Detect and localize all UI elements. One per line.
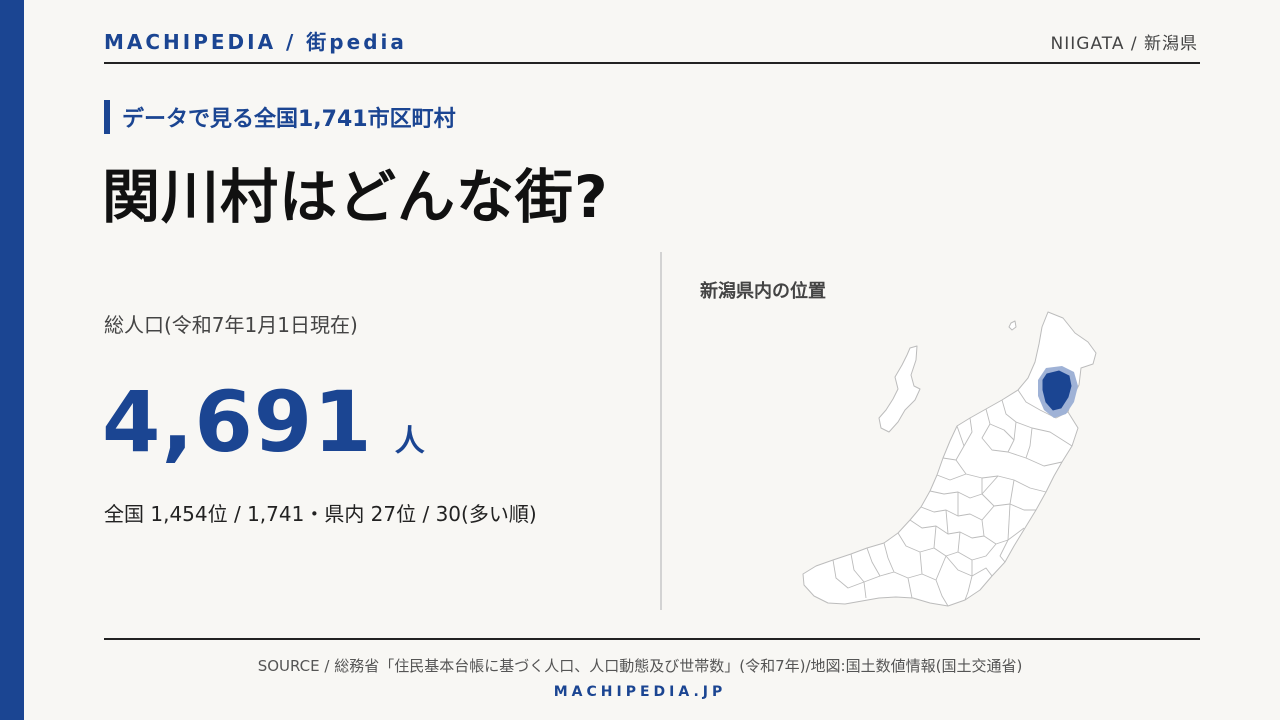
niigata-map: [802, 311, 1097, 607]
footer-site-link[interactable]: MACHIPEDIA.JP: [0, 684, 1280, 700]
population-rank: 全国 1,454位 / 1,741・県内 27位 / 30(多い順): [104, 502, 537, 526]
population-value: 4,691: [102, 373, 373, 471]
population-label: 総人口(令和7年1月1日現在): [104, 313, 358, 337]
region-label: NIIGATA / 新潟県: [1050, 34, 1198, 54]
footer-divider: [104, 638, 1200, 640]
tag-text: データで見る全国1,741市区町村: [122, 107, 456, 132]
population-figure: 4,691 人: [102, 372, 425, 472]
tag-marker: [104, 100, 110, 134]
brand-title: MACHIPEDIA / 街pedia: [104, 30, 407, 54]
awashima-island: [1008, 320, 1017, 331]
map-title: 新潟県内の位置: [700, 281, 826, 302]
sado-island: [878, 345, 921, 433]
header-divider: [104, 62, 1200, 64]
source-note: SOURCE / 総務省「住民基本台帳に基づく人口、人口動態及び世帯数」(令和7…: [257, 657, 1023, 675]
page-title: 関川村はどんな街?: [102, 163, 609, 231]
population-unit: 人: [394, 424, 425, 459]
left-accent-bar: [0, 0, 24, 720]
section-tag: データで見る全国1,741市区町村: [104, 100, 456, 134]
vertical-divider: [660, 252, 662, 610]
